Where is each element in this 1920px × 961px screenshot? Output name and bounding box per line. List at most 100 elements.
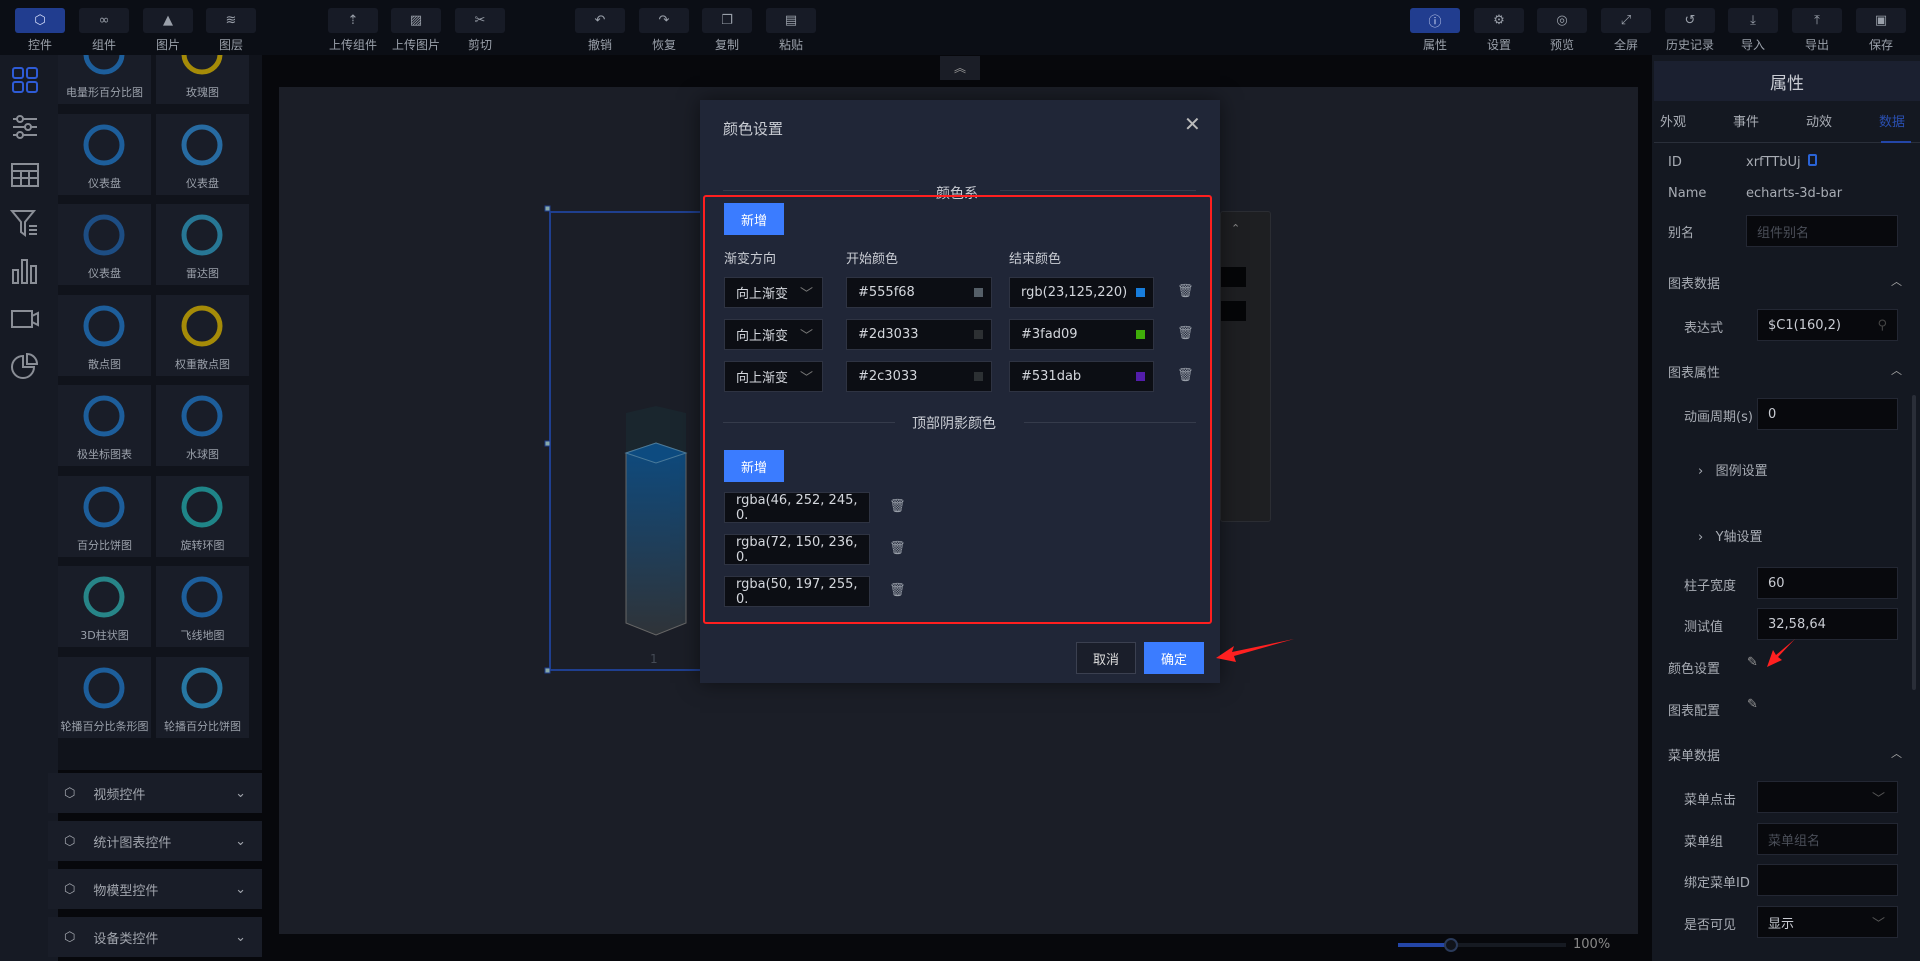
menu-id-input[interactable] — [1757, 864, 1898, 896]
tab-1[interactable]: 事件 — [1733, 111, 1759, 130]
alias-input[interactable]: 组件别名 — [1746, 215, 1898, 247]
component-card[interactable]: 仪表盘 — [58, 204, 151, 285]
filter-list-icon[interactable] — [10, 208, 40, 238]
component-card[interactable]: 极坐标图表 — [58, 385, 151, 466]
bar-width-label: 柱子宽度 — [1684, 579, 1737, 594]
toolbar-label: 上传组件 — [328, 38, 377, 52]
component-card[interactable]: 飞线地图 — [156, 566, 249, 647]
toolbar-cut-button[interactable]: ✂ — [455, 8, 505, 33]
component-card[interactable]: 仪表盘 — [156, 113, 249, 195]
collapse-top-button[interactable]: ︽ — [940, 56, 980, 80]
chevron-down-icon: ﹀ — [1871, 916, 1885, 932]
alias-label: 别名 — [1668, 226, 1695, 241]
anim-period-input[interactable]: 0 — [1757, 398, 1898, 430]
toolbar-cube-button[interactable]: ⬡ — [15, 8, 65, 33]
test-value-input[interactable]: 32,58,64 — [1757, 608, 1898, 640]
toolbar-label: 属性 — [1422, 38, 1447, 52]
toolbar-label: 恢复 — [651, 38, 676, 52]
component-card[interactable]: 3D柱状图 — [58, 566, 151, 647]
component-card[interactable]: 权重散点图 — [156, 294, 249, 376]
accordion-category[interactable]: ⬡ 统计图表控件 ⌄ — [48, 821, 262, 861]
toolbar-label: 复制 — [714, 38, 739, 52]
section-menu-data[interactable]: 菜单数据 — [1668, 745, 1720, 764]
menu-click-select[interactable]: ﹀ — [1757, 781, 1898, 813]
accordion-category[interactable]: ⬡ 视频控件 ⌄ — [48, 773, 262, 813]
toolbar-link-button[interactable]: ∞ — [79, 8, 129, 33]
yaxis-settings-toggle[interactable]: › Y轴设置 — [1698, 526, 1763, 545]
component-name: 仪表盘 — [88, 267, 121, 280]
toolbar-undo-button[interactable]: ↶ — [575, 8, 625, 33]
anim-value: 0 — [1768, 406, 1777, 422]
legend-settings-toggle[interactable]: › 图例设置 — [1698, 460, 1768, 479]
component-card[interactable]: 旋转环图 — [156, 475, 249, 557]
chart-thumbnail — [83, 576, 125, 618]
pie-chart-icon[interactable] — [10, 352, 40, 382]
toolbar-copy-button[interactable]: ❐ — [702, 8, 752, 33]
chevron-up-icon[interactable]: ︿ — [1891, 273, 1902, 289]
component-name: 电量形百分比图 — [66, 86, 143, 99]
cube-icon: ⬡ — [64, 833, 76, 849]
resize-handles[interactable] — [540, 200, 570, 680]
section-chart-props[interactable]: 图表属性 — [1668, 362, 1720, 381]
edit-color-icon[interactable]: ✎ — [1747, 655, 1758, 670]
accordion-category[interactable]: ⬡ 设备类控件 ⌄ — [48, 917, 262, 957]
cube-icon: ⬡ — [64, 785, 76, 801]
toolbar-image-button[interactable]: ▲ — [143, 8, 193, 33]
bar-chart-icon[interactable] — [10, 256, 40, 286]
toolbar-redo-button[interactable]: ↷ — [639, 8, 689, 33]
toolbar-upload-component-button[interactable]: ⇡ — [328, 8, 378, 33]
fullscreen-icon: ⤢ — [1620, 13, 1632, 28]
accordion-category[interactable]: ⬡ 物模型控件 ⌄ — [48, 869, 262, 909]
chevron-down-icon: ⌄ — [235, 929, 246, 945]
chevron-up-icon[interactable]: ︿ — [1891, 745, 1902, 761]
expression-input[interactable]: $C1(160,2) ⚲ — [1757, 309, 1898, 341]
toolbar-fullscreen-button[interactable]: ⤢ — [1601, 8, 1651, 33]
zoom-slider[interactable] — [1398, 938, 1566, 952]
category-label: 统计图表控件 — [93, 835, 172, 851]
component-card[interactable]: 轮播百分比条形图 — [58, 656, 151, 738]
video-icon[interactable] — [10, 304, 40, 334]
component-card[interactable]: 仪表盘 — [58, 113, 151, 195]
grid-icon[interactable] — [10, 65, 40, 95]
tab-2[interactable]: 动效 — [1806, 111, 1832, 130]
search-icon[interactable]: ⚲ — [1877, 318, 1887, 333]
toolbar-gear-button[interactable]: ⚙ — [1474, 8, 1524, 33]
menu-group-input[interactable]: 菜单组名 — [1757, 823, 1898, 855]
visible-select[interactable]: 显示 ﹀ — [1757, 906, 1898, 938]
toolbar-info-button[interactable]: ⓘ — [1410, 8, 1460, 33]
edit-config-icon[interactable]: ✎ — [1747, 697, 1758, 712]
component-card[interactable]: 散点图 — [58, 294, 151, 376]
component-card[interactable]: 玫瑰图 — [156, 55, 249, 104]
expr-label: 表达式 — [1684, 321, 1724, 336]
toolbar-upload-image-button[interactable]: ▨ — [391, 8, 441, 33]
component-card[interactable]: 百分比饼图 — [58, 475, 151, 557]
component-card[interactable]: 电量形百分比图 — [58, 55, 151, 104]
toolbar-paste-button[interactable]: ▤ — [766, 8, 816, 33]
toolbar-export-button[interactable]: ⤒ — [1792, 8, 1842, 33]
toolbar-import-button[interactable]: ⤓ — [1728, 8, 1778, 33]
tab-0[interactable]: 外观 — [1660, 111, 1686, 130]
chart-thumbnail — [83, 667, 125, 708]
tab-3[interactable]: 数据 — [1879, 111, 1905, 130]
toolbar-history-button[interactable]: ↺ — [1665, 8, 1715, 33]
scrollbar[interactable] — [1912, 395, 1916, 690]
confirm-button[interactable]: 确定 — [1144, 642, 1204, 674]
visible-label: 是否可见 — [1684, 918, 1737, 933]
component-card[interactable]: 轮播百分比饼图 — [156, 656, 249, 738]
toolbar-label: 上传图片 — [391, 38, 440, 52]
cancel-button[interactable]: 取消 — [1076, 642, 1136, 674]
component-card[interactable]: 雷达图 — [156, 204, 249, 285]
import-icon: ⤓ — [1750, 13, 1756, 28]
toolbar-preview-button[interactable]: ◎ — [1537, 8, 1587, 33]
sliders-icon[interactable] — [10, 112, 40, 142]
chevron-up-icon[interactable]: ︿ — [1891, 362, 1902, 378]
toolbar-layers-button[interactable]: ≋ — [206, 8, 256, 33]
bar-width-input[interactable]: 60 — [1757, 567, 1898, 599]
component-card[interactable]: 水球图 — [156, 385, 249, 466]
table-icon[interactable] — [10, 160, 40, 190]
toolbar-save-button[interactable]: ▣ — [1856, 8, 1906, 33]
section-chart-data[interactable]: 图表数据 — [1668, 273, 1720, 292]
copy-icon[interactable] — [1808, 154, 1817, 166]
properties-panel: 属性 外观 事件 动效 数据 ID xrfTTbUj Name echarts-3d-… — [1652, 55, 1920, 961]
close-icon[interactable]: ✕ — [1184, 112, 1201, 136]
